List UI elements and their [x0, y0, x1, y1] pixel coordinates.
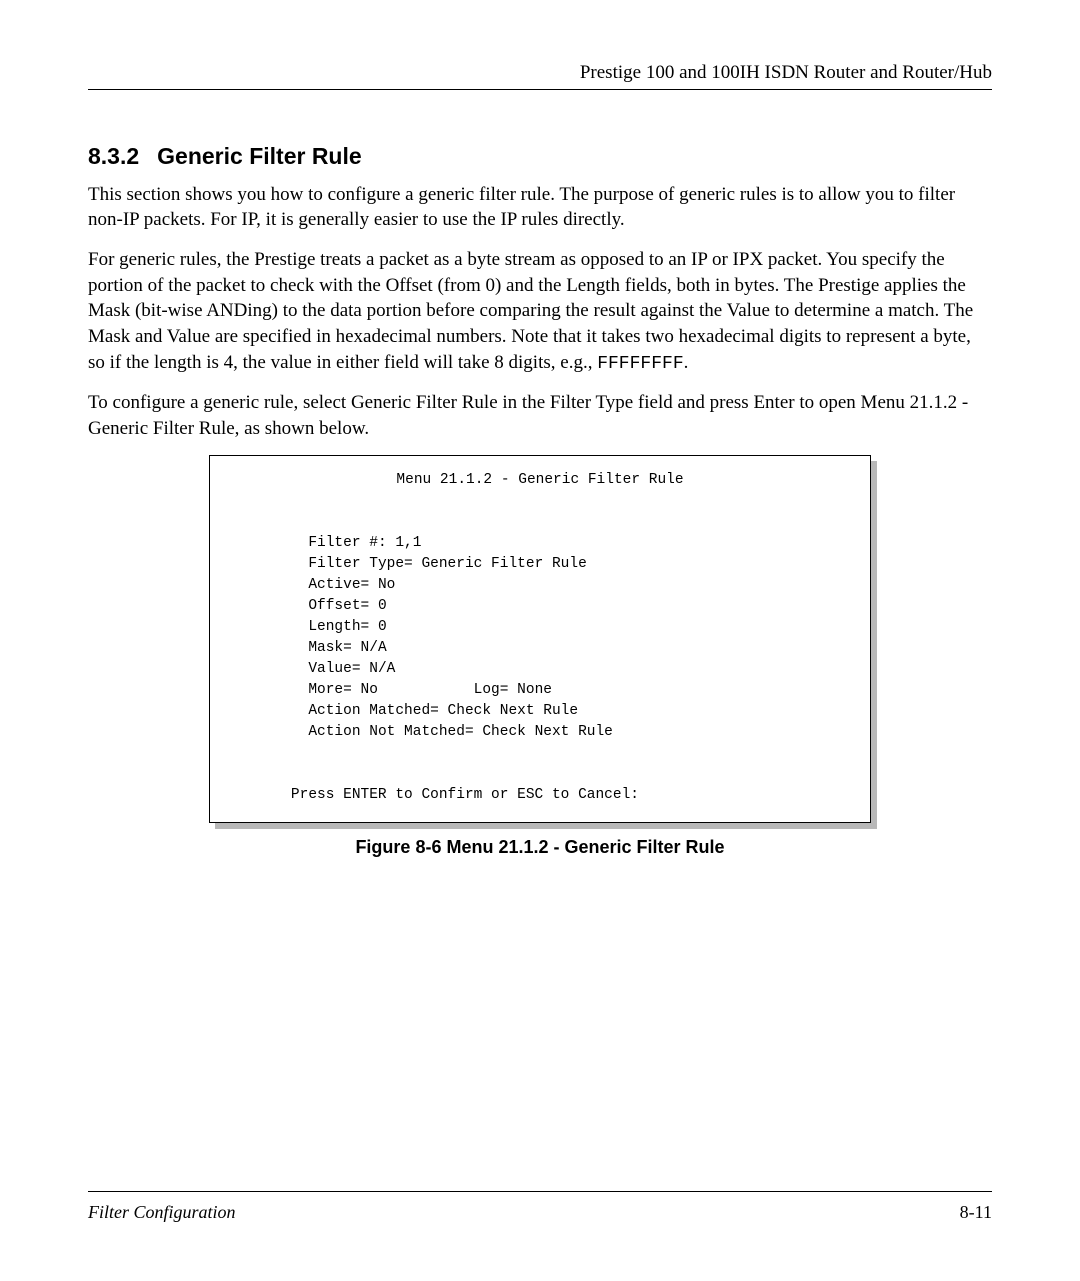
running-header: Prestige 100 and 100IH ISDN Router and R…: [88, 60, 992, 90]
menu-title-line: Menu 21.1.2 - Generic Filter Rule: [230, 470, 850, 491]
blank-line: [230, 766, 239, 782]
menu-prompt: Press ENTER to Confirm or ESC to Cancel:: [291, 787, 639, 803]
paragraph-2-after: .: [684, 352, 689, 373]
menu-active: Active= No: [308, 577, 395, 593]
paragraph-2-before: For generic rules, the Prestige treats a…: [88, 249, 973, 373]
running-head-text: Prestige 100 and 100IH ISDN Router and R…: [580, 62, 992, 83]
figure-container: Menu 21.1.2 - Generic Filter Rule Filter…: [209, 455, 871, 823]
page-footer: Filter Configuration 8-11: [88, 1191, 992, 1225]
paragraph-3: To configure a generic rule, select Gene…: [88, 390, 992, 441]
paragraph-2: For generic rules, the Prestige treats a…: [88, 247, 992, 376]
section-heading: 8.3.2 Generic Filter Rule: [88, 140, 992, 172]
menu-filter-type: Filter Type= Generic Filter Rule: [308, 556, 586, 572]
paragraph-2-mono: FFFFFFFF: [597, 354, 683, 374]
menu-offset: Offset= 0: [308, 598, 386, 614]
section-number: 8.3.2: [88, 143, 139, 169]
menu-mask: Mask= N/A: [308, 640, 386, 656]
terminal-menu-box: Menu 21.1.2 - Generic Filter Rule Filter…: [209, 455, 871, 823]
blank-line: [230, 745, 239, 761]
menu-action-matched: Action Matched= Check Next Rule: [308, 703, 578, 719]
menu-more-log: More= No Log= None: [308, 682, 552, 698]
footer-left: Filter Configuration: [88, 1200, 236, 1225]
footer-right: 8-11: [960, 1200, 992, 1225]
menu-filter-no: Filter #: 1,1: [308, 535, 421, 551]
paragraph-1: This section shows you how to configure …: [88, 182, 992, 233]
blank-line: [230, 514, 239, 530]
menu-value: Value= N/A: [308, 661, 395, 677]
menu-action-not-matched: Action Not Matched= Check Next Rule: [308, 724, 613, 740]
section-title: Generic Filter Rule: [157, 143, 362, 169]
figure-caption: Figure 8-6 Menu 21.1.2 - Generic Filter …: [88, 835, 992, 860]
menu-length: Length= 0: [308, 619, 386, 635]
